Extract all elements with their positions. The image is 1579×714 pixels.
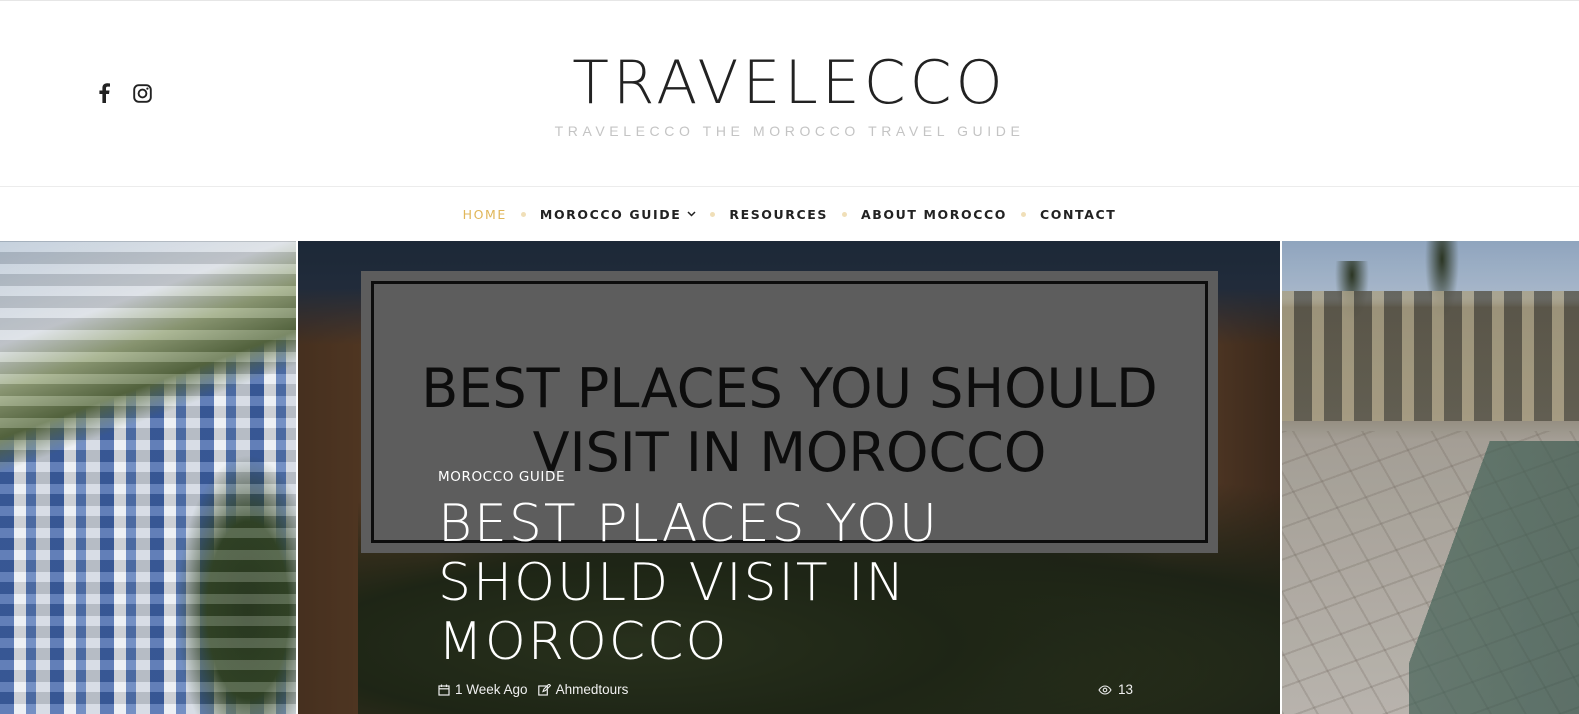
edit-icon	[537, 683, 551, 696]
nav-item-morocco-guide[interactable]: MOROCCO GUIDE	[540, 207, 696, 222]
nav-separator	[710, 211, 716, 217]
slide-next[interactable]	[1282, 241, 1579, 714]
slide-image	[0, 241, 296, 714]
slide-featured[interactable]: BEST PLACES YOU SHOULD VISIT IN MOROCCO …	[298, 241, 1280, 714]
slide-previous[interactable]	[0, 241, 296, 714]
nav-item-resources[interactable]: RESOURCES	[729, 207, 828, 222]
slide-caption: MOROCCO GUIDE BEST PLACES YOU SHOULD VIS…	[438, 469, 1088, 672]
nav-item-label: MOROCCO GUIDE	[539, 206, 682, 222]
post-author[interactable]: Ahmedtours	[537, 682, 629, 697]
nav-item-contact[interactable]: CONTACT	[1040, 207, 1116, 222]
nav-item-label: HOME	[462, 206, 507, 222]
post-title[interactable]: BEST PLACES YOU SHOULD VISIT IN MOROCCO	[438, 495, 1088, 672]
post-views-count: 13	[1118, 682, 1134, 697]
post-views: 13	[1098, 682, 1133, 697]
nav-separator	[1020, 211, 1026, 217]
post-meta: 1 Week Ago Ahmedtours	[438, 682, 628, 697]
nav-separator	[520, 211, 526, 217]
post-date-label: 1 Week Ago	[455, 682, 528, 697]
featured-slider: BEST PLACES YOU SHOULD VISIT IN MOROCCO …	[0, 241, 1579, 714]
nav-item-label: RESOURCES	[729, 206, 829, 222]
calendar-icon	[438, 684, 450, 696]
post-category[interactable]: MOROCCO GUIDE	[438, 469, 1088, 485]
post-date: 1 Week Ago	[438, 682, 528, 697]
site-tagline: TRAVELECCO THE MOROCCO TRAVEL GUIDE	[554, 123, 1025, 139]
chevron-down-icon	[687, 211, 696, 217]
post-author-name: Ahmedtours	[555, 682, 629, 697]
eye-icon	[1098, 684, 1112, 695]
site-header: TRAVELECCO TRAVELECCO THE MOROCCO TRAVEL…	[0, 1, 1579, 186]
nav-item-label: ABOUT MOROCCO	[861, 206, 1007, 222]
main-navigation: HOME MOROCCO GUIDE RESOURCES ABOUT MOROC…	[0, 186, 1579, 241]
brand: TRAVELECCO TRAVELECCO THE MOROCCO TRAVEL…	[0, 49, 1579, 139]
nav-item-home[interactable]: HOME	[463, 207, 507, 222]
site-title[interactable]: TRAVELECCO	[0, 49, 1579, 117]
nav-item-label: CONTACT	[1039, 206, 1117, 222]
nav-item-about-morocco[interactable]: ABOUT MOROCCO	[861, 207, 1007, 222]
nav-separator	[842, 211, 848, 217]
slide-image	[1282, 241, 1579, 714]
